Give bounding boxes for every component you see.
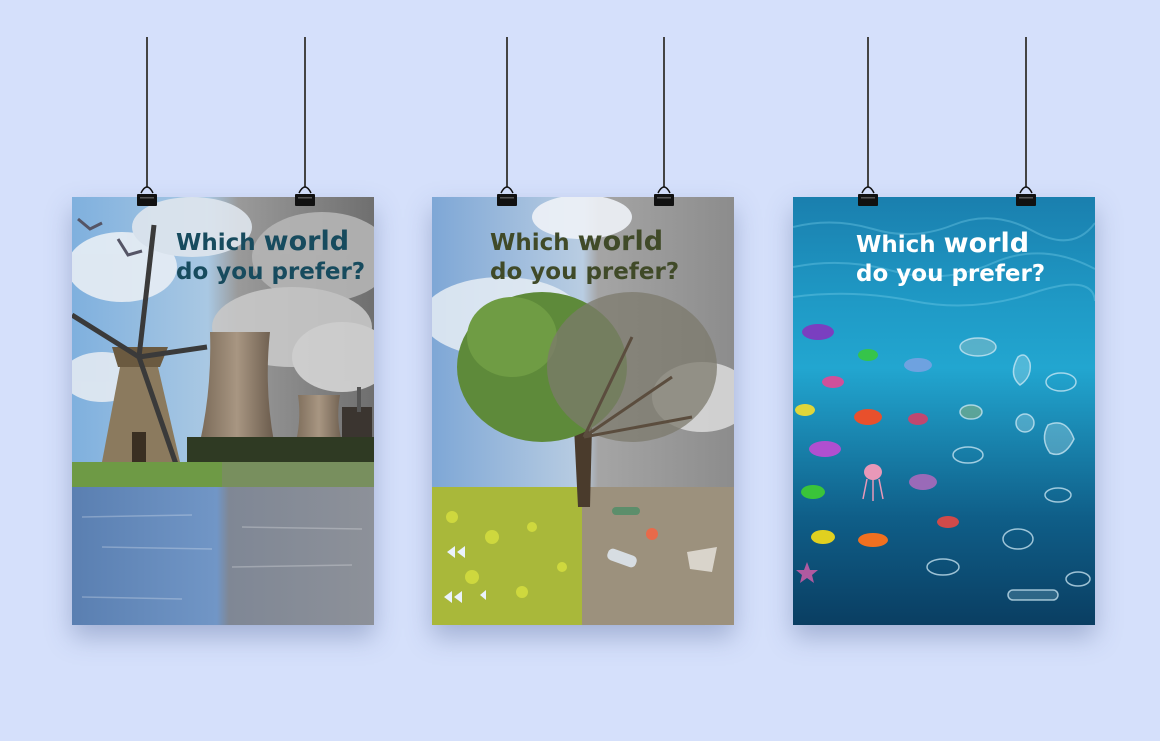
binder-clip-icon (137, 186, 157, 206)
binder-clip-icon (295, 186, 315, 206)
binder-clip-icon (654, 186, 674, 206)
fish-icon (959, 404, 983, 420)
headline-emphasis: world (263, 226, 350, 257)
fish-icon (795, 404, 815, 416)
fish-icon (802, 324, 834, 340)
poster-headline: Which world do you prefer? (856, 229, 1045, 289)
headline-emphasis: world (943, 228, 1030, 259)
fish-icon (909, 474, 937, 490)
cooling-tower-icon (200, 332, 274, 442)
hanging-wire (663, 37, 665, 187)
headline-emphasis: world (577, 226, 664, 257)
headline-line-2: do you prefer? (856, 261, 1046, 287)
headline-prefix: Which (176, 230, 264, 256)
hanging-wire (867, 37, 869, 187)
fish-icon (858, 533, 888, 547)
fish-icon (801, 485, 825, 499)
binder-clip-icon (1016, 186, 1036, 206)
fish-icon (904, 358, 932, 372)
fish-icon (959, 337, 997, 357)
poster-tree-split: Which world do you prefer? (432, 197, 734, 625)
fish-icon (822, 376, 844, 388)
headline-prefix: Which (856, 232, 944, 258)
plastic-bottle-icon (1007, 589, 1059, 601)
hanging-wire (506, 37, 508, 187)
poster-headline: Which world do you prefer? (490, 227, 679, 287)
binder-clip-icon (858, 186, 878, 206)
hanging-wire (1025, 37, 1027, 187)
poster-headline: Which world do you prefer? (176, 227, 365, 287)
fish-icon (809, 441, 841, 457)
headline-line-2: do you prefer? (176, 259, 366, 285)
binder-clip-icon (497, 186, 517, 206)
poster-ocean: Which world do you prefer? (793, 197, 1095, 625)
poster-windmill-vs-power-plant: Which world do you prefer? (72, 197, 374, 625)
fish-icon (811, 530, 835, 544)
plastic-bottle-icon (612, 507, 640, 515)
hanging-wire (146, 37, 148, 187)
fish-icon (937, 516, 959, 528)
fish-icon (908, 413, 928, 425)
fish-icon (854, 409, 882, 425)
headline-line-2: do you prefer? (490, 259, 680, 285)
hanging-wire (304, 37, 306, 187)
headline-prefix: Which (490, 230, 578, 256)
fish-icon (858, 349, 878, 361)
